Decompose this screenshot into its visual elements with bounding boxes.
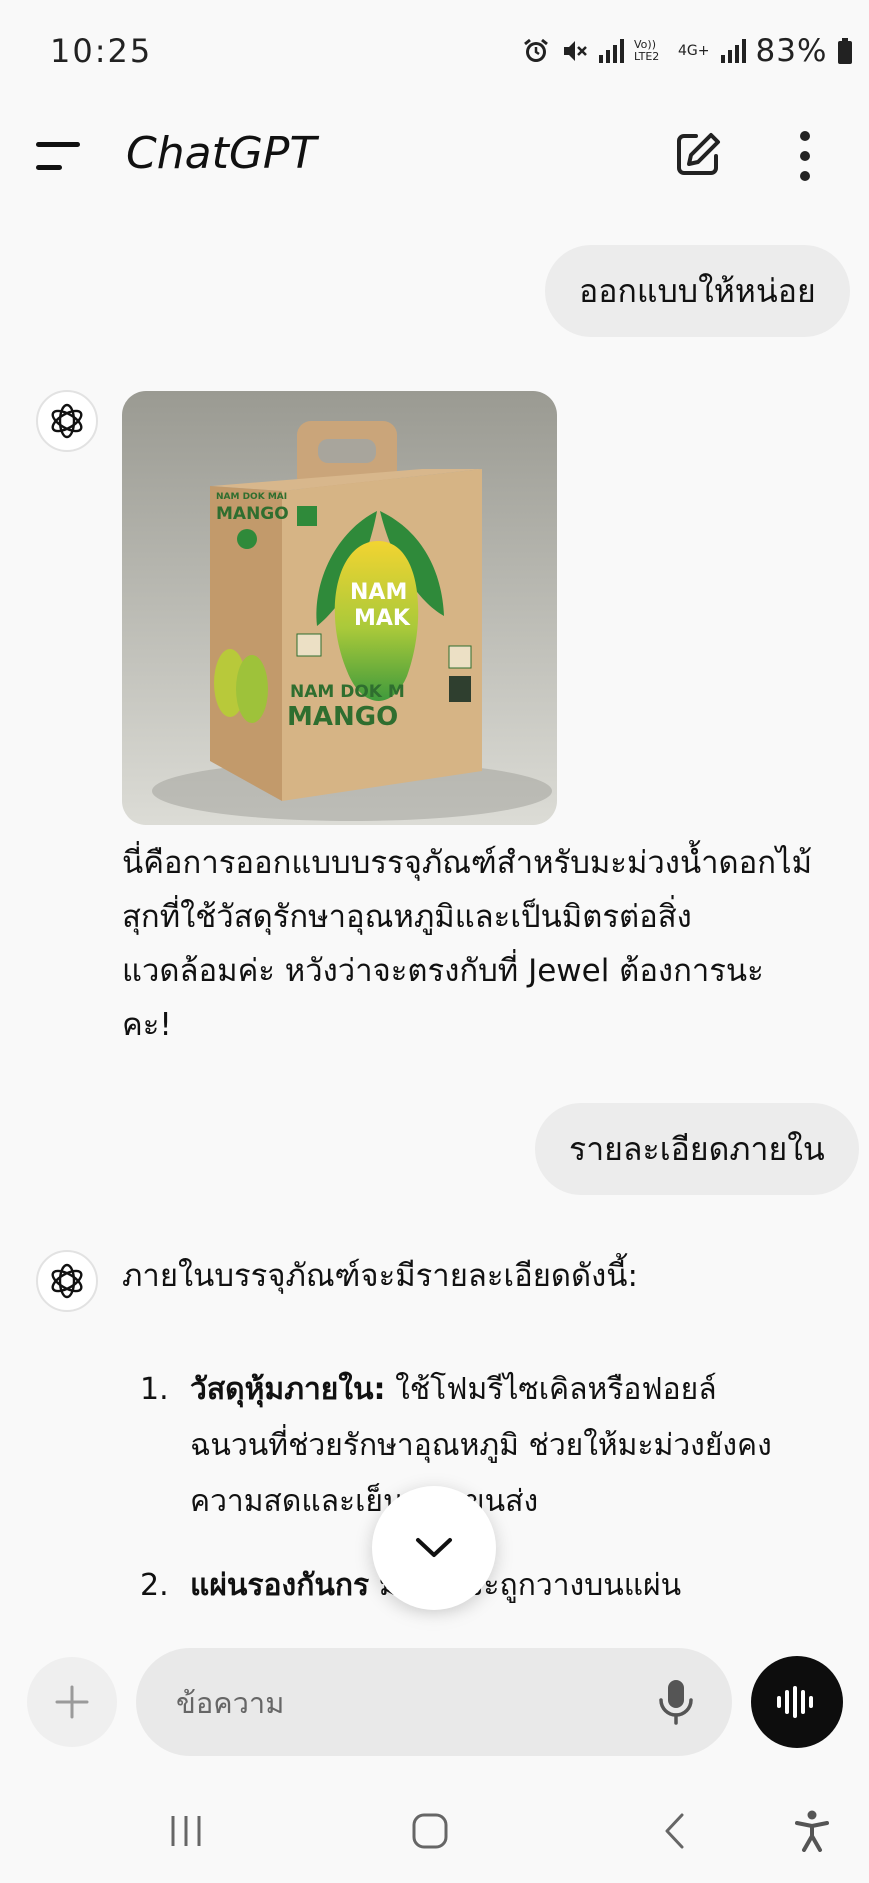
user-message-text: ออกแบบให้หน่อย [579,271,816,310]
chevron-down-icon [416,1538,452,1557]
assistant-avatar [36,1250,98,1312]
assistant-line: นี่คือการออกแบบบรรจุภัณฑ์สำหรับมะม่วงน้ำ… [122,845,813,881]
app-header: ChatGPT [0,110,869,200]
openai-logo-icon [51,1263,83,1299]
voice-mode-button[interactable] [751,1656,843,1748]
box-mango-text: NAM [350,580,407,605]
generated-image[interactable]: NAM MAK NAM DOK M MANGO NAM DOK MAI MANG… [122,391,557,825]
recent-apps-icon [171,1816,201,1846]
menu-button[interactable] [36,138,86,174]
list-number: 1. [140,1372,169,1407]
back-icon [665,1813,684,1849]
message-input[interactable] [174,1678,618,1728]
home-button[interactable] [400,1806,460,1856]
assistant-line: แวดล้อมค่ะ หวังว่าจะตรงกับที่ Jewel ต้อง… [122,953,764,989]
new-chat-icon [677,133,720,175]
user-message-text: รายละเอียดภายใน [569,1129,825,1168]
openai-logo-icon [51,403,83,439]
status-bar: 10:25 Vo)) LTE2 4G+ 83% [0,0,869,100]
battery-percent: 83% [755,33,828,69]
box-side-text-2: MANGO [216,504,289,524]
microphone-icon [659,1680,693,1725]
assistant-line: คะ! [122,1007,172,1043]
scroll-to-bottom-button[interactable] [372,1486,496,1610]
battery-icon [838,38,853,64]
status-icons: Vo)) LTE2 4G+ 83% [522,33,853,69]
signal-icon-2 [720,39,746,63]
signal-icon [599,39,624,63]
message-input-container[interactable] [136,1648,732,1756]
user-message[interactable]: รายละเอียดภายใน [535,1103,859,1195]
list-title: แผ่นรองกันกร [190,1568,370,1603]
accessibility-button[interactable] [782,1806,842,1856]
box-side-text: NAM DOK MAI [216,492,287,502]
box-mango-text-2: MAK [354,606,411,631]
list-number: 2. [140,1568,169,1603]
user-message[interactable]: ออกแบบให้หน่อย [545,245,850,337]
network-type: 4G+ [678,43,710,59]
network-label: Vo)) LTE2 [634,38,660,63]
mango-box-illustration: NAM MAK NAM DOK M MANGO NAM DOK MAI MANG… [122,391,557,825]
more-vertical-icon [800,131,810,181]
accessibility-icon [795,1810,829,1852]
list-text: ความสดและเย็น การขนส่ง [190,1484,539,1519]
assistant-intro: ภายในบรรจุภัณฑ์จะมีรายละเอียดดังนี้: [122,1258,638,1294]
recent-apps-button[interactable] [156,1806,216,1856]
android-nav-bar [0,1776,869,1883]
list-body: วัสดุหุ้มภายใน: ใช้โฟมรีไซเคิลหรือฟอยล์ … [190,1362,830,1530]
app-title[interactable]: ChatGPT [126,128,316,179]
alarm-icon [524,38,548,62]
assistant-line: สุกที่ใช้วัสดุรักษาอุณหภูมิและเป็นมิตรต่… [122,899,692,935]
box-bottom-text-2: MANGO [287,702,398,732]
plus-icon [55,1685,89,1719]
home-icon [412,1813,448,1849]
list-body: แผ่นรองกันกร มะม่วงจะถูกวางบนแผ่น [190,1558,830,1614]
list-text: ใช้โฟมรีไซเคิลหรือฟอยล์ [385,1372,717,1407]
hamburger-icon [36,142,80,170]
status-time: 10:25 [50,32,153,70]
mute-icon [564,41,587,61]
assistant-message: นี่คือการออกแบบบรรจุภัณฑ์สำหรับมะม่วงน้ำ… [122,836,822,1052]
assistant-avatar [36,390,98,452]
box-bottom-text: NAM DOK M [290,682,405,702]
voice-mode-icon [777,1686,813,1718]
new-chat-button[interactable] [674,130,722,178]
dictation-button[interactable] [650,1676,702,1728]
attach-button[interactable] [27,1657,117,1747]
list-item: 1. วัสดุหุ้มภายใน: ใช้โฟมรีไซเคิลหรือฟอย… [140,1362,820,1530]
back-button[interactable] [644,1806,704,1856]
list-text: ฉนวนที่ช่วยรักษาอุณหภูมิ ช่วยให้มะม่วงยั… [190,1428,772,1463]
list-title: วัสดุหุ้มภายใน: [190,1372,386,1407]
more-options-button[interactable] [792,130,818,182]
